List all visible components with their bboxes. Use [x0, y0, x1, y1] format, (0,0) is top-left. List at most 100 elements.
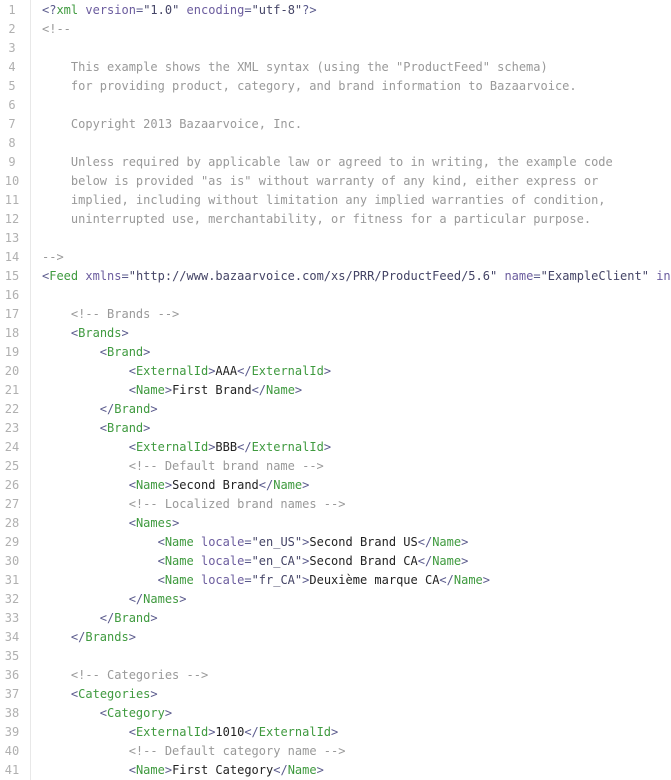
tag-bracket: > [164, 763, 173, 777]
attribute-name: locale [200, 535, 245, 549]
line-code: <!-- [42, 20, 71, 39]
tag-bracket: < [128, 725, 136, 739]
attribute-name: locale [200, 554, 245, 568]
tag-bracket: </ [99, 402, 115, 416]
tag-bracket: > [316, 763, 324, 777]
code-line: 1 <?xml version="1.0" encoding="utf-8"?> [0, 1, 671, 20]
comment: <!-- Localized brand names --> [128, 497, 346, 511]
tag-name: ExternalId [135, 725, 209, 739]
tag-bracket: > [323, 364, 332, 378]
tag-name: Name [164, 573, 194, 587]
line-number: 29 [4, 535, 20, 549]
tag-bracket: ?> [302, 3, 317, 17]
code-line: 29 <Name locale="en_US">Second Brand US<… [0, 533, 671, 552]
tag-name: ExternalId [135, 364, 209, 378]
tag-name: Name [135, 763, 165, 777]
text-content [42, 744, 129, 758]
text-content: Second Brand US [309, 535, 418, 549]
line-number: 33 [4, 611, 20, 625]
tag-bracket: > [294, 383, 303, 397]
line-code: <Feed xmlns="http://www.bazaarvoice.com/… [42, 267, 671, 286]
tag-name: Brand [107, 421, 144, 435]
text-content [42, 725, 129, 739]
tag-name: Name [164, 535, 194, 549]
tag-bracket: > [461, 554, 469, 568]
text-content: First Category [172, 763, 274, 777]
text-content [42, 630, 71, 644]
tag-bracket: < [128, 383, 136, 397]
tag-bracket: > [172, 516, 180, 530]
text-content [42, 763, 129, 777]
text-content: First Brand [172, 383, 252, 397]
text-content: Second Brand [172, 478, 259, 492]
text-content [42, 459, 129, 473]
line-code: <!-- Default category name --> [42, 742, 346, 761]
code-line: 23 <Brand> [0, 419, 671, 438]
tag-bracket: > [179, 592, 187, 606]
code-line: 11 implied, including without limitation… [0, 191, 671, 210]
line-number: 22 [4, 402, 20, 416]
comment: This example shows the XML syntax (using… [42, 60, 548, 74]
line-code: <!-- Default brand name --> [42, 457, 324, 476]
line-number: 25 [4, 459, 20, 473]
line-code: </Brands> [42, 628, 136, 647]
line-code: implied, including without limitation an… [42, 191, 606, 210]
tag-bracket: > [482, 573, 491, 587]
line-number: 41 [4, 763, 20, 777]
tag-bracket: > [150, 611, 158, 625]
code-line: 2 <!-- [0, 20, 671, 39]
code-line: 7 Copyright 2013 Bazaarvoice, Inc. [0, 115, 671, 134]
line-code: for providing product, category, and bra… [42, 77, 577, 96]
text-content [42, 706, 100, 720]
line-code: <ExternalId>AAA</ExternalId> [42, 362, 331, 381]
line-code: <Name>Second Brand</Name> [42, 476, 310, 495]
tag-bracket: </ [70, 630, 86, 644]
text-content [42, 573, 158, 587]
tag-bracket: < [99, 421, 108, 435]
line-number: 40 [4, 744, 20, 758]
tag-bracket: < [157, 535, 165, 549]
tag-bracket: < [157, 554, 165, 568]
tag-name: Brands [85, 630, 129, 644]
code-line: 22 </Brand> [0, 400, 671, 419]
tag-bracket: > [164, 478, 173, 492]
tag-bracket: > [164, 383, 173, 397]
tag-name: Name [135, 478, 165, 492]
text-content [42, 611, 100, 625]
code-line: 12 uninterrupted use, merchantability, o… [0, 210, 671, 229]
line-number: 1 [8, 3, 16, 17]
line-code: Unless required by applicable law or agr… [42, 153, 613, 172]
text-content [42, 402, 100, 416]
text-content: Deuxième marque CA [309, 573, 440, 587]
line-code: --> [42, 248, 64, 267]
line-number: 20 [4, 364, 20, 378]
tag-name: Name [266, 383, 295, 397]
comment: below is provided "as is" without warran… [42, 174, 599, 188]
comment: <!-- [42, 22, 71, 36]
line-number: 39 [4, 725, 20, 739]
line-code: <Name>First Brand</Name> [42, 381, 302, 400]
equals: = [121, 269, 129, 283]
code-viewer[interactable]: 1 <?xml version="1.0" encoding="utf-8"?> 2… [0, 0, 671, 780]
line-code: </Brand> [42, 400, 158, 419]
code-line: 27 <!-- Localized brand names --> [0, 495, 671, 514]
comment: uninterrupted use, merchantability, or f… [42, 212, 592, 226]
tag-name: ExternalId [135, 440, 209, 454]
equals: = [533, 269, 541, 283]
code-line: 26 <Name>Second Brand</Name> [0, 476, 671, 495]
tag-bracket: > [121, 326, 129, 340]
line-code: <!-- Brands --> [42, 305, 179, 324]
code-line: 32 </Names> [0, 590, 671, 609]
tag-name: Brand [114, 611, 151, 625]
tag-name: Feed [49, 269, 79, 283]
tag-bracket: < [99, 345, 108, 359]
code-line: 19 <Brand> [0, 343, 671, 362]
code-line: 30 <Name locale="en_CA">Second Brand CA<… [0, 552, 671, 571]
line-number: 10 [4, 174, 20, 188]
equals: = [244, 3, 252, 17]
tag-bracket: </ [417, 535, 433, 549]
text-content [42, 535, 158, 549]
